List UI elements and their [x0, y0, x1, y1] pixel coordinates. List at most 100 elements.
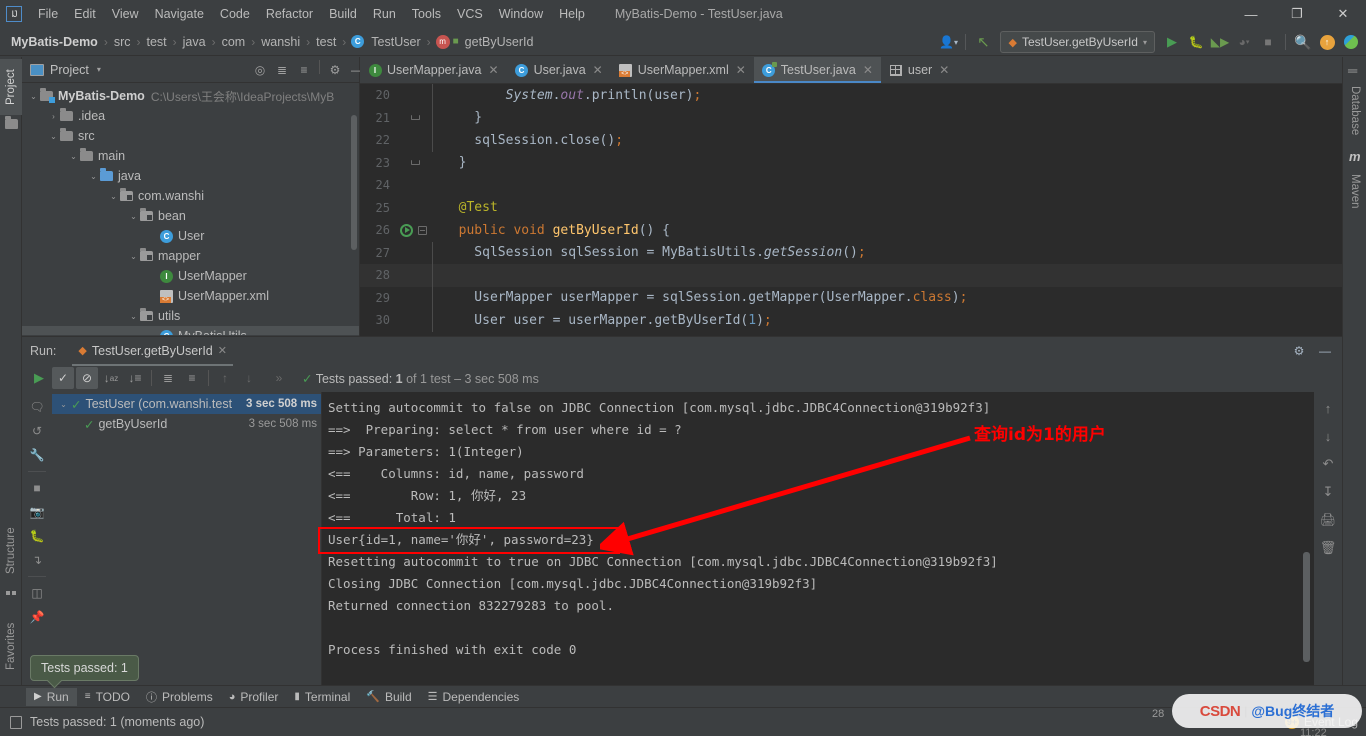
breadcrumb-wanshi[interactable]: wanshi — [258, 34, 303, 50]
tree-node-java[interactable]: ⌄ java — [22, 166, 359, 186]
test-row-getbyuserid[interactable]: ✓ getByUserId 3 sec 508 ms — [52, 414, 321, 434]
menu-help[interactable]: Help — [551, 3, 593, 25]
locate-icon[interactable]: ◎ — [250, 60, 270, 80]
close-icon[interactable]: ✕ — [736, 63, 746, 77]
test-row-testuser[interactable]: ⌄ ✓ TestUser (com.wanshi.test 3 sec 508 … — [52, 394, 321, 414]
breadcrumb-project[interactable]: MyBatis-Demo — [8, 34, 101, 50]
gutter[interactable] — [398, 160, 432, 166]
collapse-all-icon[interactable]: ≡ — [181, 367, 203, 389]
bottom-tab-profiler[interactable]: ◕ Profiler — [221, 688, 287, 706]
menu-view[interactable]: View — [104, 3, 147, 25]
menu-build[interactable]: Build — [321, 3, 365, 25]
debug-icon[interactable]: 🐛 — [1185, 31, 1207, 53]
tree-node-com-wanshi[interactable]: ⌄ com.wanshi — [22, 186, 359, 206]
minimize-button[interactable]: — — [1228, 0, 1274, 28]
fold-marker-icon[interactable] — [410, 160, 420, 166]
tab-user-java[interactable]: C User.java ✕ — [507, 57, 611, 83]
sidebar-item-favorites[interactable]: Favorites — [0, 613, 22, 679]
layout-icon[interactable]: ◫ — [26, 582, 48, 604]
sort-by-duration-icon[interactable]: ↓≡ — [124, 367, 146, 389]
breadcrumb-testuser[interactable]: TestUser — [368, 34, 423, 50]
stop-icon[interactable]: ■ — [26, 477, 48, 499]
hide-icon[interactable]: — — [1314, 340, 1336, 362]
bottom-tab-terminal[interactable]: ▮ Terminal — [286, 688, 358, 706]
chevron-down-icon[interactable]: ⌄ — [128, 252, 139, 261]
chevron-down-icon[interactable]: ⌄ — [108, 192, 119, 201]
show-ignored-icon[interactable]: ⊘ — [76, 367, 98, 389]
update-icon[interactable]: ↑ — [1316, 31, 1338, 53]
tree-node-mybatis-demo[interactable]: ⌄ MyBatis-Demo C:\Users\王会称\IdeaProjects… — [22, 86, 359, 106]
search-icon[interactable]: 🔍 — [1292, 31, 1314, 53]
breadcrumb-src[interactable]: src — [111, 34, 134, 50]
show-passed-icon[interactable]: ✓ — [52, 367, 74, 389]
more-actions-icon[interactable]: » — [268, 367, 290, 389]
trash-icon[interactable]: 🗑 — [1318, 538, 1338, 558]
close-icon[interactable]: ✕ — [863, 63, 873, 77]
tree-node-src[interactable]: ⌄ src — [22, 126, 359, 146]
collapse-all-icon[interactable]: ≡ — [294, 60, 314, 80]
prev-failed-test-icon[interactable]: ↑ — [214, 367, 236, 389]
console-output[interactable]: Setting autocommit to false on JDBC Conn… — [322, 392, 1314, 687]
tree-node-usermapper[interactable]: I UserMapper — [22, 266, 359, 286]
close-icon[interactable]: ✕ — [593, 63, 603, 77]
chevron-down-icon[interactable]: ⌄ — [128, 312, 139, 321]
user-icon[interactable]: 👤 ▾ — [937, 31, 959, 53]
tree-node-mybatisutils[interactable]: C MyBatisUtils — [22, 326, 359, 335]
vcs-update-icon[interactable]: ↖ — [972, 31, 994, 53]
menu-window[interactable]: Window — [491, 3, 551, 25]
menu-edit[interactable]: Edit — [66, 3, 104, 25]
breadcrumb-test-pkg[interactable]: test — [313, 34, 339, 50]
chevron-down-icon[interactable]: ⌄ — [58, 400, 69, 409]
run-test-icon[interactable] — [400, 223, 413, 237]
tab-testuser-java[interactable]: C TestUser.java ✕ — [753, 57, 881, 83]
ide-icon[interactable] — [1340, 31, 1362, 53]
bottom-tab-problems[interactable]: ⓘ Problems — [138, 687, 221, 707]
tree-node-utils[interactable]: ⌄ utils — [22, 306, 359, 326]
bottom-tab-run[interactable]: ▶ Run — [26, 687, 77, 706]
close-icon[interactable]: ✕ — [939, 63, 949, 77]
tab-usermapper-java[interactable]: I UserMapper.java ✕ — [360, 57, 507, 83]
expand-all-icon[interactable]: ≣ — [272, 60, 292, 80]
chevron-down-icon[interactable]: ⌄ — [68, 152, 79, 161]
next-failed-test-icon[interactable]: ↓ — [238, 367, 260, 389]
chevron-down-icon[interactable]: ⌄ — [128, 212, 139, 221]
fold-marker-icon[interactable] — [410, 115, 420, 121]
project-scrollbar[interactable] — [351, 115, 357, 250]
pin-icon[interactable]: 📌 — [26, 606, 48, 628]
settings-wrench-icon[interactable]: 🔧 — [26, 444, 48, 466]
gutter[interactable] — [398, 115, 432, 121]
close-icon[interactable]: ✕ — [218, 344, 227, 357]
bottom-tab-dependencies[interactable]: ☰ Dependencies — [420, 688, 528, 706]
chevron-down-icon[interactable]: ⌄ — [48, 132, 59, 141]
gutter-run-test[interactable] — [398, 223, 432, 237]
chevron-down-icon[interactable]: ▾ — [97, 65, 101, 74]
console-scrollbar[interactable] — [1303, 552, 1310, 662]
import-tests-icon[interactable]: ↴ — [26, 549, 48, 571]
run-tab-testuser[interactable]: ◆ TestUser.getByUserId ✕ — [72, 340, 233, 366]
expand-all-icon[interactable]: ≣ — [157, 367, 179, 389]
tree-node-usermapper-xml[interactable]: UserMapper.xml — [22, 286, 359, 306]
sidebar-item-maven[interactable]: Maven — [1343, 167, 1366, 215]
tree-node-mapper[interactable]: ⌄ mapper — [22, 246, 359, 266]
breadcrumb-test[interactable]: test — [144, 34, 170, 50]
tree-node-bean[interactable]: ⌄ bean — [22, 206, 359, 226]
menu-refactor[interactable]: Refactor — [258, 3, 321, 25]
chevron-down-icon[interactable]: ⌄ — [28, 92, 39, 101]
project-tree[interactable]: ⌄ MyBatis-Demo C:\Users\王会称\IdeaProjects… — [22, 83, 359, 335]
code-editor[interactable]: ✓ 20 System.out.println(user); 21 } 22 s… — [360, 84, 1366, 336]
close-button[interactable]: ✕ — [1320, 0, 1366, 28]
scroll-to-end-icon[interactable]: ↧ — [1318, 482, 1338, 502]
gear-icon[interactable]: ⚙ — [1288, 340, 1310, 362]
debug-icon[interactable]: 🐛 — [26, 525, 48, 547]
close-icon[interactable]: ✕ — [489, 63, 499, 77]
rerun-icon[interactable]: ↺ — [26, 420, 48, 442]
menu-navigate[interactable]: Navigate — [147, 3, 212, 25]
run-with-coverage-icon[interactable]: ◣▶ — [1209, 31, 1231, 53]
rerun-icon[interactable]: ▶ — [28, 367, 50, 389]
test-results-tree[interactable]: ⌄ ✓ TestUser (com.wanshi.test 3 sec 508 … — [52, 392, 322, 687]
menu-tools[interactable]: Tools — [404, 3, 449, 25]
screenshot-icon[interactable]: 📷 — [26, 501, 48, 523]
menu-run[interactable]: Run — [365, 3, 404, 25]
maximize-button[interactable]: ❐ — [1274, 0, 1320, 28]
soft-wrap-icon[interactable]: ↶ — [1318, 454, 1338, 474]
